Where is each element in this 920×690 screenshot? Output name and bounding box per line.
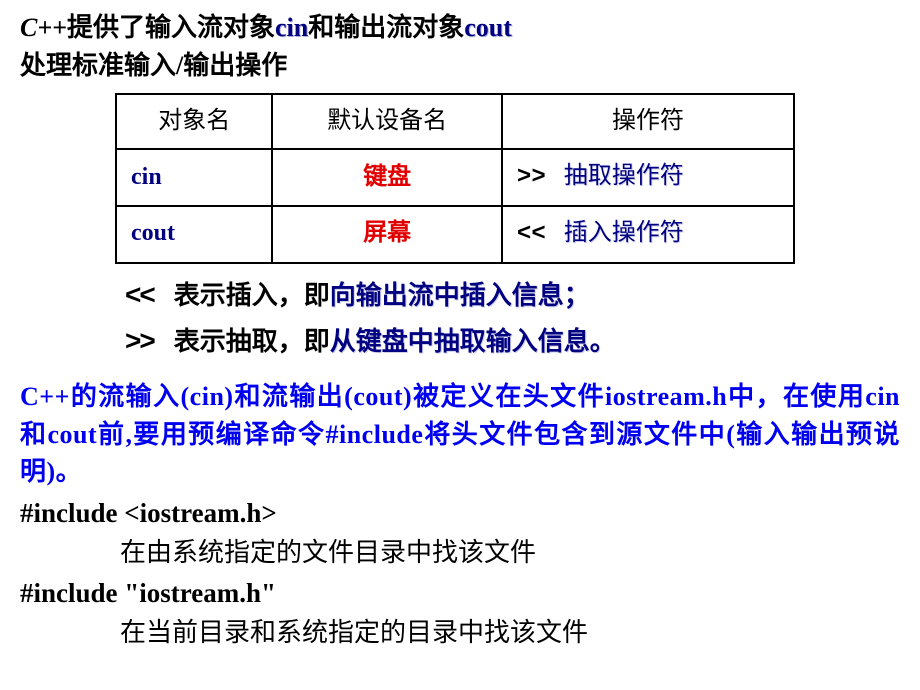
op-desc-insert: 插入操作符 [564,220,684,246]
insert-op-icon: << [125,279,154,310]
include-quote-note: 在当前目录和系统指定的目录中找该文件 [120,615,900,651]
op-desc-extract: 抽取操作符 [564,163,684,189]
op-symbol-extract: >> [517,164,546,191]
insert-text-b: 向输出流中插入信息； [330,281,590,310]
title-text-1a: 提供了输入流对象 [67,13,275,42]
cout-label: cout [464,13,512,42]
iostream-description: C++的流输入(cin)和流输出(cout)被定义在头文件iostream.h中… [20,378,900,491]
op-symbol-insert: << [517,221,546,248]
title-line-1: C++提供了输入流对象cin和输出流对象cout [20,10,900,46]
extract-op-icon: >> [125,325,154,356]
insert-explain-line: << 表示插入，即向输出流中插入信息； [125,272,900,318]
cin-label: cin [275,13,308,42]
extract-explain-line: >> 表示抽取，即从键盘中抽取输入信息。 [125,318,900,364]
extract-text-a: 表示抽取，即 [174,327,330,356]
operator-insert: << 插入操作符 [502,206,794,263]
header-object: 对象名 [116,94,272,150]
operator-explanation: << 表示插入，即向输出流中插入信息； >> 表示抽取，即从键盘中抽取输入信息。 [125,272,900,364]
device-keyboard: 键盘 [363,164,411,190]
header-operator: 操作符 [502,94,794,150]
device-screen: 屏幕 [363,220,411,246]
table-row: cout 屏幕 << 插入操作符 [116,206,794,263]
obj-name-cin: cin [116,149,272,206]
table-row: cin 键盘 >> 抽取操作符 [116,149,794,206]
operator-extract: >> 抽取操作符 [502,149,794,206]
include-angle-note: 在由系统指定的文件目录中找该文件 [120,535,900,571]
title-text-1b: 和输出流对象 [308,13,464,42]
table-header-row: 对象名 默认设备名 操作符 [116,94,794,150]
include-quote-code: #include "iostream.h" [20,575,900,613]
obj-name-cout: cout [116,206,272,263]
insert-text-a: 表示插入，即 [174,281,330,310]
title-line-2: 处理标准输入/输出操作 [20,48,900,84]
include-angle-code: #include <iostream.h> [20,495,900,533]
header-device: 默认设备名 [272,94,501,150]
cpp-label: C++ [20,13,67,42]
extract-text-b: 从键盘中抽取输入信息。 [330,327,616,356]
io-objects-table: 对象名 默认设备名 操作符 cin 键盘 >> 抽取操作符 cout 屏幕 << 插… [115,93,795,264]
